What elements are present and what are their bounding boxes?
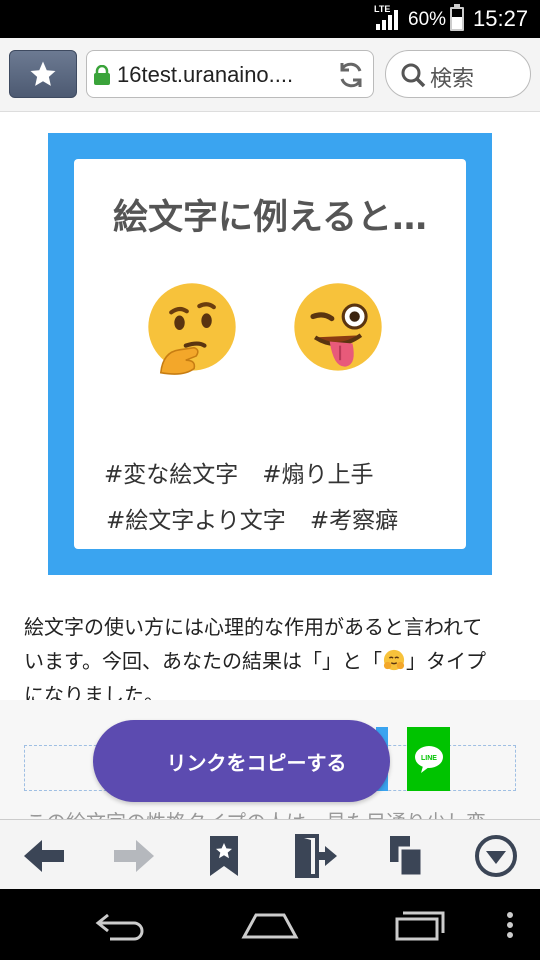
- browser-toolbar: 16test.uranaino.... 検索: [0, 38, 540, 112]
- lock-icon: [94, 65, 110, 85]
- description-text: 」タイプ: [406, 649, 486, 673]
- menu-button[interactable]: [472, 832, 520, 880]
- system-overflow-icon[interactable]: [504, 907, 516, 943]
- tag[interactable]: #煽り上手: [262, 462, 373, 488]
- hugging-face-icon: [383, 649, 405, 671]
- star-icon: [30, 61, 56, 86]
- bookmark-icon: [210, 836, 238, 876]
- exit-button[interactable]: [292, 832, 340, 880]
- description-text: います。今回、あなたの結果は「: [24, 649, 322, 673]
- description-line: 絵文字の使い方には心理的な作用があると言われて: [24, 615, 483, 639]
- search-input[interactable]: 検索: [385, 50, 531, 98]
- battery-percent: 60%: [408, 9, 447, 30]
- forward-button[interactable]: [110, 832, 158, 880]
- bookmarks-button[interactable]: [200, 832, 248, 880]
- tags-row-1: #変な絵文字 #煽り上手: [104, 455, 398, 489]
- system-recents-icon[interactable]: [393, 907, 447, 943]
- battery-icon: [450, 4, 464, 31]
- line-icon: LINE: [414, 746, 443, 773]
- result-card-inner: 絵文字に例えると… #変な絵文字 #煽り上手 #絵文字より文字 #考察癖: [74, 159, 466, 549]
- system-back-icon[interactable]: [92, 907, 148, 943]
- arrow-right-icon: [114, 840, 154, 872]
- browser-bottom-nav: [0, 819, 540, 889]
- result-card: 絵文字に例えると… #変な絵文字 #煽り上手 #絵文字より文字 #考察癖: [48, 133, 492, 575]
- copy-link-button[interactable]: リンクをコピーする: [93, 720, 390, 802]
- door-exit-icon: [295, 834, 337, 878]
- reload-icon[interactable]: [335, 59, 367, 91]
- url-bar[interactable]: 16test.uranaino....: [86, 50, 374, 98]
- search-placeholder: 検索: [430, 67, 475, 92]
- thinking-face-icon: [148, 283, 236, 375]
- signal-icon: [376, 10, 402, 30]
- description-text: 」と「: [322, 649, 382, 673]
- chevron-down-circle-icon: [475, 835, 517, 877]
- system-home-icon[interactable]: [240, 907, 300, 943]
- search-icon: [401, 63, 426, 88]
- status-bar: LTE 60% 15:27: [0, 0, 540, 38]
- arrow-left-icon: [24, 840, 64, 872]
- description-line: います。今回、あなたの結果は「」と「 」タイプ: [24, 644, 524, 678]
- winking-face-with-tongue-icon: [294, 283, 382, 371]
- url-text: 16test.uranaino....: [117, 62, 294, 87]
- line-share-button[interactable]: LINE: [407, 727, 450, 791]
- line-logo-text: LINE: [421, 755, 437, 762]
- back-button[interactable]: [20, 832, 68, 880]
- result-description: 絵文字の使い方には心理的な作用があると言われて います。今回、あなたの結果は「」…: [24, 610, 524, 712]
- tabs-icon: [390, 836, 424, 878]
- tabs-button[interactable]: [382, 832, 430, 880]
- bookmark-button[interactable]: [9, 50, 77, 98]
- clock: 15:27: [473, 6, 529, 31]
- tags-row-2: #絵文字より文字 #考察癖: [106, 501, 422, 535]
- tag[interactable]: #絵文字より文字: [106, 508, 286, 534]
- system-nav-bar: [0, 889, 540, 960]
- card-title: 絵文字に例えると…: [113, 198, 427, 238]
- tag[interactable]: #変な絵文字: [104, 462, 238, 488]
- tag[interactable]: #考察癖: [310, 508, 398, 534]
